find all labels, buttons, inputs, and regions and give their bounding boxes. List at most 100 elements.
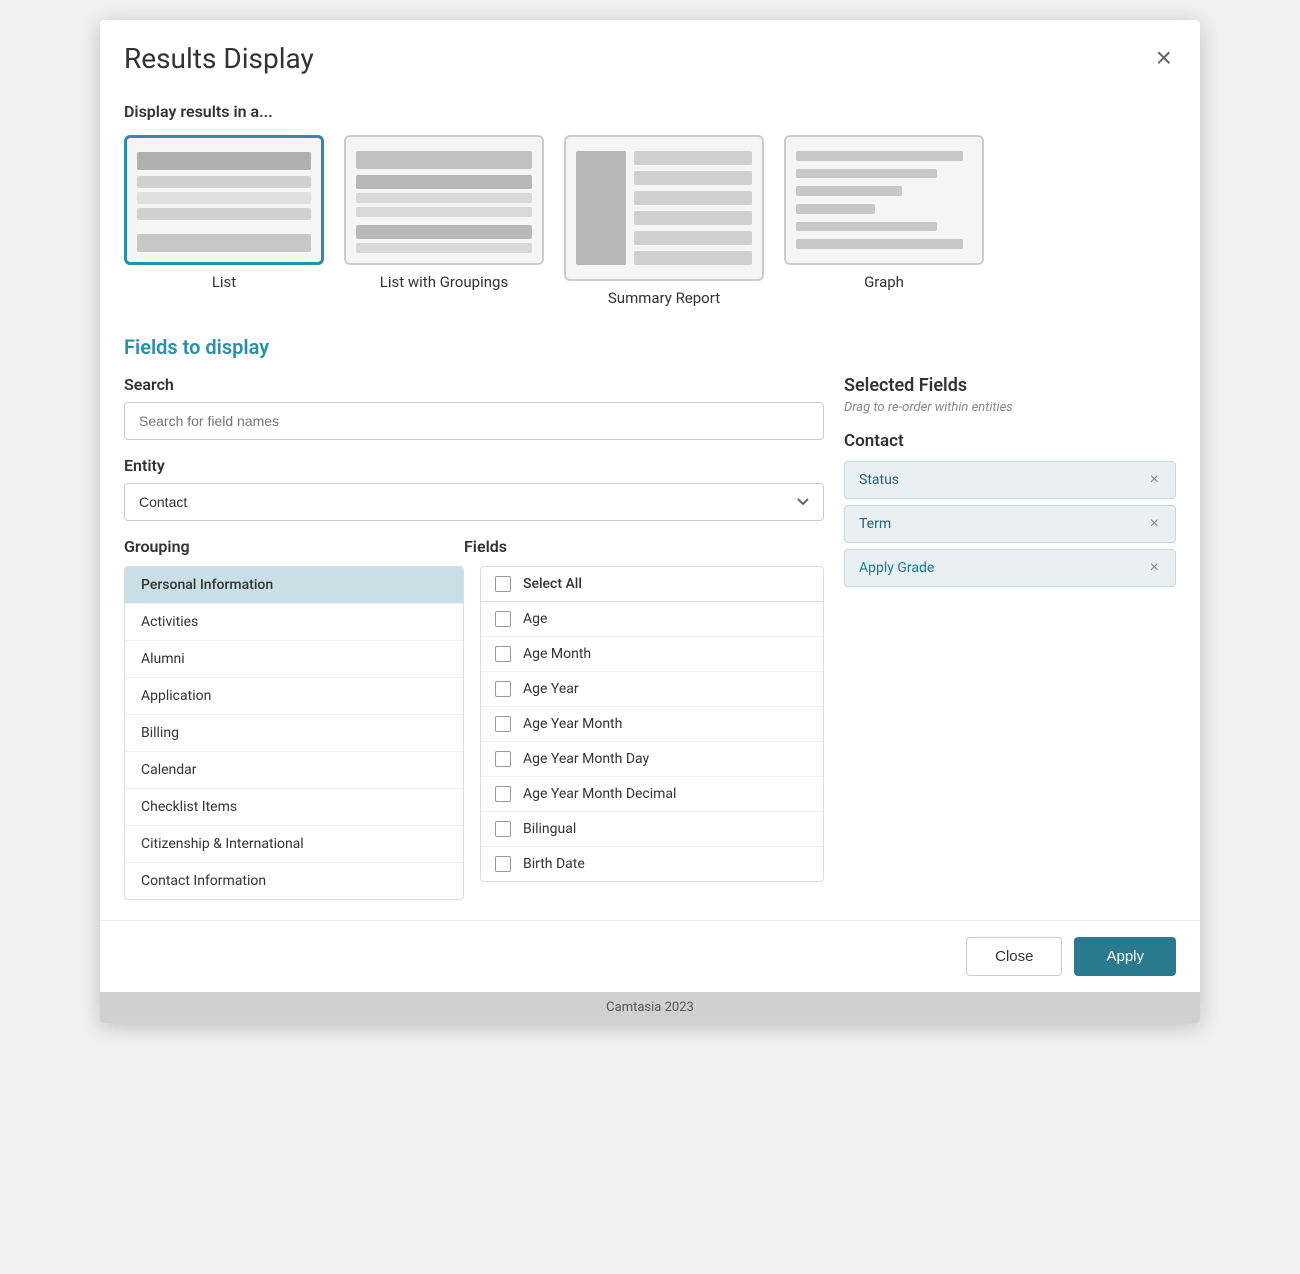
grouping-list: Personal Information Activities Alumni A… [124,566,464,900]
field-item-age-year-month[interactable]: Age Year Month [481,707,823,742]
fields-list: Select All Age Age Month [480,566,824,882]
display-option-list[interactable]: List [124,135,324,307]
grouping-item-citizenship[interactable]: Citizenship & International [125,826,463,863]
entity-label: Entity [124,456,824,475]
camtasia-label: Camtasia 2023 [606,1000,694,1015]
display-option-list-groupings[interactable]: List with Groupings [344,135,544,307]
grouping-item-checklist[interactable]: Checklist Items [125,789,463,826]
grouping-item-activities[interactable]: Activities [125,604,463,641]
results-display-modal: Results Display × Display results in a..… [100,20,1200,1023]
modal-body: Display results in a... List [100,88,1200,900]
selected-fields-subtitle: Drag to re-order within entities [844,400,1176,415]
card-row-header [137,152,311,170]
field-item-birth-date[interactable]: Birth Date [481,847,823,881]
modal-footer: Close Apply [100,920,1200,992]
entity-row: Entity Contact [124,456,824,521]
grouping-item-alumni[interactable]: Alumni [125,641,463,678]
fields-col-header: Fields [464,537,824,556]
entity-select[interactable]: Contact [124,483,824,521]
fields-section-title: Fields to display [124,327,1176,375]
checkbox-age-year-month-decimal[interactable] [495,786,511,802]
card-group-row-3 [356,243,532,253]
checkbox-age-year-month[interactable] [495,716,511,732]
field-item-age-year-month-decimal[interactable]: Age Year Month Decimal [481,777,823,812]
selected-field-apply-grade[interactable]: Apply Grade × [844,549,1176,587]
selected-entity-label: Contact [844,431,1176,451]
summary-row-3 [634,191,752,205]
field-label-birth-date: Birth Date [523,856,585,872]
field-label-age-year-month-day: Age Year Month Day [523,751,649,767]
checkbox-age-year-month-day[interactable] [495,751,511,767]
graph-row-1 [796,151,963,161]
field-item-age-year[interactable]: Age Year [481,672,823,707]
display-card-summary[interactable] [564,135,764,281]
field-item-age[interactable]: Age [481,602,823,637]
selected-field-status[interactable]: Status × [844,461,1176,499]
modal-title: Results Display [124,42,314,75]
field-label-age: Age [523,611,547,627]
grouping-item-application[interactable]: Application [125,678,463,715]
summary-col-narrow [576,151,626,265]
grouping-col-header: Grouping [124,537,464,556]
camtasia-bar: Camtasia 2023 [100,992,1200,1023]
display-option-summary-label: Summary Report [608,289,720,307]
search-label: Search [124,375,824,394]
display-option-list-label: List [212,273,236,291]
summary-row-6 [634,251,752,265]
field-item-bilingual[interactable]: Bilingual [481,812,823,847]
selected-fields-title: Selected Fields [844,375,1176,396]
fields-column: Fields Select All Age [464,537,824,900]
card-group-row-2 [356,207,532,217]
selected-field-term-label: Term [859,516,891,532]
grouping-item-calendar[interactable]: Calendar [125,752,463,789]
checkbox-age-month[interactable] [495,646,511,662]
graph-row-6 [796,239,963,249]
select-all-label: Select All [523,576,582,592]
selected-field-apply-grade-label: Apply Grade [859,560,934,576]
search-row: Search [124,375,824,440]
close-button[interactable]: Close [966,937,1062,976]
summary-row-4 [634,211,752,225]
graph-row-5 [796,222,937,232]
display-section-label: Display results in a... [124,88,1176,121]
checkbox-age[interactable] [495,611,511,627]
grouping-item-billing[interactable]: Billing [125,715,463,752]
fields-layout: Search Entity Contact Grouping [124,375,1176,900]
card-group-sub-header-2 [356,225,532,239]
checkbox-birth-date[interactable] [495,856,511,872]
grouping-item-contact-info[interactable]: Contact Information [125,863,463,899]
remove-term-button[interactable]: × [1148,516,1161,532]
field-label-age-year-month-decimal: Age Year Month Decimal [523,786,676,802]
display-option-summary[interactable]: Summary Report [564,135,764,307]
display-option-groupings-label: List with Groupings [380,273,508,291]
checkbox-age-year[interactable] [495,681,511,697]
field-item-age-year-month-day[interactable]: Age Year Month Day [481,742,823,777]
search-input[interactable] [124,402,824,440]
display-card-groupings[interactable] [344,135,544,265]
remove-status-button[interactable]: × [1148,472,1161,488]
card-row [137,176,311,188]
selected-field-status-label: Status [859,472,899,488]
modal-header: Results Display × [100,20,1200,88]
grouping-column: Grouping Personal Information Activities… [124,537,464,900]
right-panel: Selected Fields Drag to re-order within … [844,375,1176,900]
field-item-select-all[interactable]: Select All [481,567,823,602]
grouping-item-personal[interactable]: Personal Information [125,567,463,604]
summary-row-2 [634,171,752,185]
grouping-fields-row: Grouping Personal Information Activities… [124,537,824,900]
display-card-list[interactable] [124,135,324,265]
modal-close-button[interactable]: × [1152,40,1176,76]
field-label-age-year-month: Age Year Month [523,716,622,732]
checkbox-bilingual[interactable] [495,821,511,837]
checkbox-select-all[interactable] [495,576,511,592]
display-option-graph[interactable]: Graph [784,135,984,307]
selected-field-term[interactable]: Term × [844,505,1176,543]
remove-apply-grade-button[interactable]: × [1148,560,1161,576]
field-item-age-month[interactable]: Age Month [481,637,823,672]
card-footer-row [137,234,311,252]
display-card-graph[interactable] [784,135,984,265]
apply-button[interactable]: Apply [1074,937,1176,976]
card-group-sub-header [356,175,532,189]
field-label-bilingual: Bilingual [523,821,576,837]
graph-row-3 [796,186,902,196]
